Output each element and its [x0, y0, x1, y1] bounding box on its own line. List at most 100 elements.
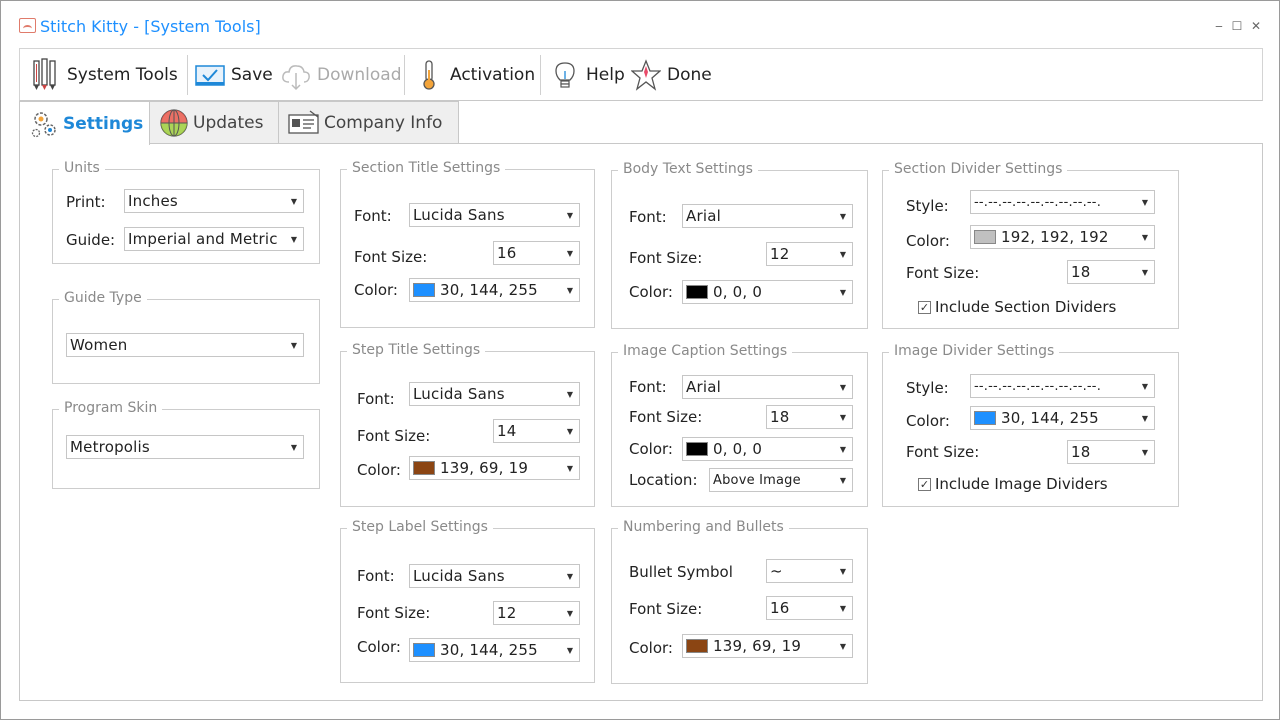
- color-value: 30, 144, 255: [440, 641, 538, 659]
- bullet-symbol-value: ~: [770, 562, 783, 580]
- guide-units-value: Imperial and Metric: [128, 230, 278, 248]
- color-label: Color:: [629, 440, 673, 458]
- font-value: Arial: [686, 207, 721, 225]
- section-divider-style-select[interactable]: --.--.--.--.--.--.--.--.--. ▼: [970, 190, 1155, 214]
- body-text-color-select[interactable]: 0, 0, 0 ▼: [682, 280, 853, 304]
- body-text-font-select[interactable]: Arial ▼: [682, 204, 853, 228]
- chevron-down-icon: ▼: [839, 211, 847, 221]
- group-legend: Program Skin: [59, 400, 163, 416]
- step-title-size-select[interactable]: 14 ▼: [493, 419, 580, 443]
- step-title-font-select[interactable]: Lucida Sans ▼: [409, 382, 580, 406]
- system-tools-label: System Tools: [67, 64, 178, 85]
- style-label: Style:: [906, 197, 949, 215]
- color-label: Color:: [357, 461, 401, 479]
- group-legend: Guide Type: [59, 290, 147, 306]
- location-value: Above Image: [713, 472, 801, 488]
- lightbulb-icon: [555, 61, 575, 88]
- monitor-check-icon: [195, 64, 225, 86]
- font-size-value: 18: [1071, 263, 1091, 281]
- image-caption-font-select[interactable]: Arial ▼: [682, 375, 853, 399]
- chevron-down-icon: ▼: [839, 412, 847, 422]
- group-legend: Section Divider Settings: [889, 161, 1068, 177]
- bullet-symbol-select[interactable]: ~ ▼: [766, 559, 853, 583]
- section-title-size-select[interactable]: 16 ▼: [493, 241, 580, 265]
- chevron-down-icon: ▼: [566, 248, 574, 258]
- step-title-group: Step Title Settings Font: Lucida Sans ▼ F…: [340, 342, 595, 507]
- font-label: Font:: [357, 567, 395, 585]
- chevron-down-icon: ▼: [839, 287, 847, 297]
- chevron-down-icon: ▼: [566, 389, 574, 399]
- done-button[interactable]: Done: [631, 49, 712, 100]
- image-caption-color-select[interactable]: 0, 0, 0 ▼: [682, 437, 853, 461]
- print-units-select[interactable]: Inches ▼: [124, 189, 304, 213]
- chevron-down-icon: ▼: [566, 645, 574, 655]
- activation-button[interactable]: Activation: [414, 49, 535, 100]
- include-section-dividers-checkbox[interactable]: ✓ Include Section Dividers: [918, 298, 1116, 316]
- image-divider-style-select[interactable]: --.--.--.--.--.--.--.--.--. ▼: [970, 374, 1155, 398]
- program-skin-value: Metropolis: [70, 438, 150, 456]
- guide-units-select[interactable]: Imperial and Metric ▼: [124, 227, 304, 251]
- color-swatch: [686, 285, 708, 299]
- color-value: 192, 192, 192: [1001, 228, 1109, 246]
- image-divider-size-select[interactable]: 18 ▼: [1067, 440, 1155, 464]
- body-text-size-select[interactable]: 12 ▼: [766, 242, 853, 266]
- close-button[interactable]: ✕: [1249, 18, 1263, 34]
- chevron-down-icon: ▼: [839, 603, 847, 613]
- globe-icon: [160, 109, 188, 137]
- section-divider-size-select[interactable]: 18 ▼: [1067, 260, 1155, 284]
- image-divider-color-select[interactable]: 30, 144, 255 ▼: [970, 406, 1155, 430]
- style-value: --.--.--.--.--.--.--.--.--.: [974, 378, 1102, 394]
- font-value: Lucida Sans: [413, 385, 505, 403]
- color-swatch: [974, 230, 996, 244]
- chevron-down-icon: ▼: [1141, 381, 1149, 391]
- toolbar: System Tools Save Download Activation He…: [19, 48, 1263, 101]
- chevron-down-icon: ▼: [1141, 413, 1149, 423]
- minimize-button[interactable]: ‒: [1212, 18, 1226, 34]
- chevron-down-icon: ▼: [566, 608, 574, 618]
- system-tools-button[interactable]: System Tools: [31, 49, 178, 100]
- tab-company-info[interactable]: Company Info: [278, 101, 459, 144]
- download-button[interactable]: Download: [281, 49, 402, 100]
- units-group: Units Print: Inches ▼ Guide: Imperial and…: [52, 160, 320, 264]
- maximize-button[interactable]: ☐: [1230, 18, 1244, 34]
- program-skin-group: Program Skin Metropolis ▼: [52, 400, 320, 489]
- font-value: Lucida Sans: [413, 206, 505, 224]
- include-image-dividers-checkbox[interactable]: ✓ Include Image Dividers: [918, 475, 1108, 493]
- chevron-down-icon: ▼: [1141, 232, 1149, 242]
- download-label: Download: [317, 64, 402, 85]
- image-caption-location-select[interactable]: Above Image ▼: [709, 468, 853, 492]
- tab-settings-label: Settings: [63, 113, 144, 134]
- guide-type-group: Guide Type Women ▼: [52, 290, 320, 384]
- step-title-color-select[interactable]: 139, 69, 19 ▼: [409, 456, 580, 480]
- section-title-group: Section Title Settings Font: Lucida Sans…: [340, 160, 595, 328]
- group-legend: Step Label Settings: [347, 519, 493, 535]
- program-skin-select[interactable]: Metropolis ▼: [66, 435, 304, 459]
- print-label: Print:: [66, 193, 106, 211]
- font-label: Font:: [629, 378, 667, 396]
- color-swatch: [686, 442, 708, 456]
- tab-settings[interactable]: Settings: [19, 101, 150, 145]
- tab-updates[interactable]: Updates: [149, 101, 279, 144]
- section-title-color-select[interactable]: 30, 144, 255 ▼: [409, 278, 580, 302]
- font-value: Lucida Sans: [413, 567, 505, 585]
- font-size-label: Font Size:: [629, 600, 703, 618]
- color-label: Color:: [357, 638, 401, 656]
- numbering-bullets-group: Numbering and Bullets Bullet Symbol ~ ▼ F…: [611, 519, 868, 684]
- color-label: Color:: [906, 412, 950, 430]
- save-button[interactable]: Save: [195, 49, 273, 100]
- section-title-font-select[interactable]: Lucida Sans ▼: [409, 203, 580, 227]
- font-label: Font:: [357, 390, 395, 408]
- section-divider-color-select[interactable]: 192, 192, 192 ▼: [970, 225, 1155, 249]
- step-label-group: Step Label Settings Font: Lucida Sans ▼ F…: [340, 519, 595, 683]
- step-label-size-select[interactable]: 12 ▼: [493, 601, 580, 625]
- tab-company-info-label: Company Info: [324, 113, 443, 133]
- help-button[interactable]: Help: [550, 49, 625, 100]
- numbering-size-select[interactable]: 16 ▼: [766, 596, 853, 620]
- image-caption-group: Image Caption Settings Font: Arial ▼ Font…: [611, 343, 868, 507]
- image-caption-size-select[interactable]: 18 ▼: [766, 405, 853, 429]
- numbering-color-select[interactable]: 139, 69, 19 ▼: [682, 634, 853, 658]
- step-label-color-select[interactable]: 30, 144, 255 ▼: [409, 638, 580, 662]
- guide-type-select[interactable]: Women ▼: [66, 333, 304, 357]
- step-label-font-select[interactable]: Lucida Sans ▼: [409, 564, 580, 588]
- font-size-value: 18: [1071, 443, 1091, 461]
